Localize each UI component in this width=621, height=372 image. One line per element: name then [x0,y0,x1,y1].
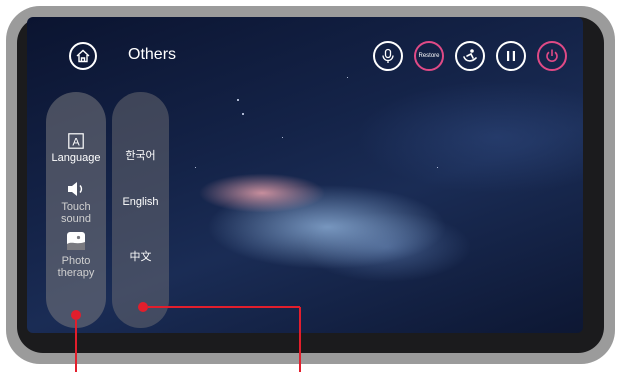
power-icon [546,49,558,62]
photo-therapy-icon [67,232,85,250]
menu-label-touch-sound: Touch sound [61,201,91,225]
restore-button[interactable]: Restore [414,41,444,71]
home-icon [76,49,90,63]
language-option-korean[interactable]: 한국어 [112,147,169,163]
star [282,137,283,138]
star [237,99,239,101]
language-option-english[interactable]: English [112,196,169,208]
star [242,113,244,115]
svg-text:A: A [72,137,80,149]
language-option-chinese[interactable]: 中文 [112,248,169,264]
speaker-icon [68,182,83,196]
callout-line-right [299,307,301,372]
restore-label: Restore [418,53,440,59]
callout-dot-right [138,302,148,312]
menu-item-language[interactable]: A Language [46,133,106,164]
menu-label-language: Language [51,152,101,164]
menu-item-photo-therapy[interactable]: Photo therapy [46,231,106,279]
pause-icon [507,51,515,61]
language-icon: A [68,133,84,149]
pause-button[interactable] [496,41,526,71]
callout-dot-left [71,310,81,320]
star [347,77,348,78]
callout-line-left [75,320,77,372]
home-button[interactable] [69,42,97,70]
star [195,167,196,168]
massage-chair-icon [463,49,477,62]
star [437,167,438,168]
microphone-icon [382,48,394,63]
language-options-panel [112,92,169,328]
callout-line-horizontal [148,306,300,308]
recline-button[interactable] [455,41,485,71]
screen: Others Restore A Language Touch sound Ph… [27,17,583,333]
page-title: Others [128,46,177,63]
menu-item-touch-sound[interactable]: Touch sound [46,181,106,225]
power-button[interactable] [537,41,567,71]
voice-button[interactable] [373,41,403,71]
menu-label-photo-therapy: Photo therapy [57,255,95,279]
